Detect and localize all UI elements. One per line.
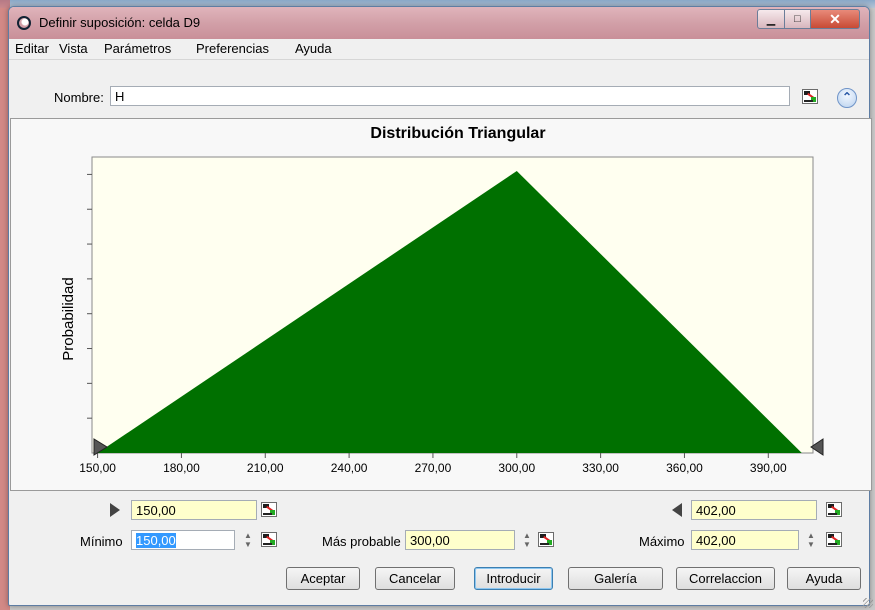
max-spinner-icon[interactable]: ▲ ▼	[806, 531, 816, 551]
x-axis-ticks: 150,00 180,00 210,00 240,00 270,00 300,00 330,…	[79, 453, 787, 475]
x-tick-label: 210,00	[247, 461, 284, 475]
x-tick-label: 300,00	[498, 461, 535, 475]
maximize-button[interactable]: □	[784, 9, 811, 29]
name-label: Nombre:	[54, 90, 104, 105]
y-axis-label: Probabilidad	[60, 277, 77, 360]
minimize-button[interactable]: ▁	[757, 9, 785, 29]
help-button[interactable]: Ayuda	[787, 567, 861, 590]
lower-bound-marker-icon	[110, 503, 120, 517]
distribution-chart: Distribución Triangular Probabilidad 150…	[60, 125, 824, 475]
chart-title: Distribución Triangular	[370, 125, 545, 142]
menu-editar[interactable]: Editar	[15, 41, 49, 56]
likely-spinner-icon[interactable]: ▲ ▼	[522, 531, 532, 551]
title-bar[interactable]: Definir suposición: celda D9 ▁ □ ✕	[9, 7, 869, 39]
close-button[interactable]: ✕	[810, 9, 860, 29]
likely-label: Más probable	[322, 534, 401, 549]
chart-panel: Distribución Triangular Probabilidad 150…	[10, 118, 872, 491]
lower-bound-field[interactable]: 150,00	[131, 500, 257, 520]
name-input[interactable]: H	[110, 86, 790, 106]
maximize-icon: □	[794, 13, 801, 25]
upper-bound-field[interactable]: 402,00	[691, 500, 817, 520]
cancel-button[interactable]: Cancelar	[375, 567, 455, 590]
correlation-button[interactable]: Correlaccion	[676, 567, 775, 590]
menu-ayuda[interactable]: Ayuda	[295, 41, 332, 56]
upper-bound-marker-icon	[672, 503, 682, 517]
max-link-icon[interactable]	[826, 532, 842, 547]
min-link-icon[interactable]	[261, 532, 277, 547]
lower-bound-link-icon[interactable]	[261, 502, 277, 517]
min-value-field[interactable]: 150,00	[131, 530, 235, 550]
menu-bar: Editar Vista Parámetros Preferencias Ayu…	[9, 39, 869, 60]
max-label: Máximo	[639, 534, 685, 549]
max-value-field[interactable]: 402,00	[691, 530, 799, 550]
upper-bound-link-icon[interactable]	[826, 502, 842, 517]
enter-button[interactable]: Introducir	[474, 567, 553, 590]
y-axis-ticks	[87, 173, 92, 419]
window-title: Definir suposición: celda D9	[39, 15, 201, 30]
x-tick-label: 330,00	[582, 461, 619, 475]
cell-reference-icon[interactable]	[802, 89, 818, 104]
x-tick-label: 150,00	[79, 461, 116, 475]
x-tick-label: 240,00	[331, 461, 368, 475]
gallery-button[interactable]: Galería	[568, 567, 663, 590]
menu-parametros[interactable]: Parámetros	[104, 41, 171, 56]
x-tick-label: 390,00	[750, 461, 787, 475]
x-tick-label: 270,00	[415, 461, 452, 475]
x-tick-label: 180,00	[163, 461, 200, 475]
menu-vista[interactable]: Vista	[59, 41, 88, 56]
close-icon: ✕	[829, 10, 841, 27]
collapse-chevron-icon[interactable]: ⌃	[837, 88, 857, 108]
likely-value-field[interactable]: 300,00	[405, 530, 515, 550]
accept-button[interactable]: Aceptar	[286, 567, 360, 590]
resize-grip[interactable]	[863, 598, 873, 608]
minimize-icon: ▁	[766, 13, 776, 26]
app-icon	[17, 16, 31, 30]
min-label: Mínimo	[80, 534, 123, 549]
menu-preferencias[interactable]: Preferencias	[196, 41, 269, 56]
x-tick-label: 360,00	[666, 461, 703, 475]
likely-link-icon[interactable]	[538, 532, 554, 547]
min-spinner-icon[interactable]: ▲ ▼	[243, 531, 253, 551]
